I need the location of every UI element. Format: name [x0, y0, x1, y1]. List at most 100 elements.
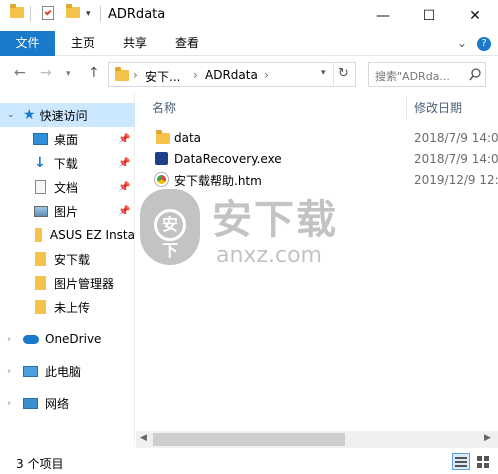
- scroll-right-arrow-icon[interactable]: ▶: [484, 433, 491, 443]
- pin-icon[interactable]: 📌: [118, 134, 130, 145]
- nav-item-folder[interactable]: 安下载: [0, 247, 135, 271]
- cloud-icon: [23, 334, 39, 344]
- file-name: data: [174, 131, 202, 145]
- expand-arrow-icon[interactable]: ›: [7, 334, 21, 345]
- watermark-text: 安下载: [212, 197, 338, 243]
- nav-label: 快速访问: [39, 108, 88, 123]
- folder-icon: [35, 276, 46, 290]
- expand-arrow-icon[interactable]: ›: [7, 398, 21, 409]
- item-count: 3 个项目: [16, 457, 64, 471]
- help-icon[interactable]: ?: [477, 37, 491, 51]
- nav-item-folder[interactable]: 未上传: [0, 295, 135, 319]
- breadcrumb-current[interactable]: ADRdata: [205, 68, 258, 82]
- column-header-name[interactable]: 名称: [152, 93, 176, 123]
- folder-icon: [35, 228, 42, 242]
- navigation-pane: ⌄ ★ 快速访问 桌面 📌 ↓ 下载 📌 文档 📌 图片 📌 ASUS EZ I…: [0, 93, 135, 447]
- search-placeholder: 搜索"ADRda...: [375, 70, 450, 83]
- new-folder-icon[interactable]: [66, 4, 80, 18]
- details-view-icon[interactable]: [452, 453, 470, 470]
- file-date: 2019/12/9 12:3: [414, 173, 498, 187]
- address-dropdown-icon[interactable]: ▾: [321, 68, 326, 78]
- recent-locations-icon[interactable]: ▾: [66, 69, 71, 79]
- nav-label: 文档: [54, 180, 79, 195]
- desktop-icon: [33, 133, 48, 145]
- nav-quick-access[interactable]: ⌄ ★ 快速访问: [0, 103, 135, 127]
- nav-this-pc[interactable]: › 此电脑: [0, 359, 135, 383]
- folder-icon: [156, 130, 170, 144]
- tab-share[interactable]: 共享: [114, 31, 156, 56]
- file-row[interactable]: data 2018/7/9 14:07: [150, 128, 498, 148]
- scrollbar-thumb[interactable]: [153, 433, 345, 446]
- folder-icon: [35, 252, 46, 266]
- close-button[interactable]: ✕: [452, 0, 498, 31]
- nav-label: 桌面: [54, 132, 79, 147]
- breadcrumb-parent[interactable]: 安下...: [145, 68, 180, 85]
- horizontal-scrollbar[interactable]: ◀ ▶: [136, 431, 498, 448]
- nav-item-folder[interactable]: ASUS EZ Insta: [0, 223, 135, 247]
- document-icon: [35, 180, 46, 194]
- pin-icon[interactable]: 📌: [118, 206, 130, 217]
- refresh-icon[interactable]: ↻: [338, 66, 349, 81]
- pin-icon[interactable]: 📌: [118, 158, 130, 169]
- sort-indicator-icon: ˄: [274, 93, 279, 101]
- file-date: 2018/7/9 14:05: [414, 152, 498, 166]
- nav-item-folder[interactable]: 图片管理器: [0, 271, 135, 295]
- breadcrumb-separator-icon: ›: [193, 68, 198, 82]
- exe-icon: [155, 152, 168, 165]
- nav-item-downloads[interactable]: ↓ 下载 📌: [0, 151, 135, 175]
- breadcrumb-end-separator-icon: ›: [264, 68, 269, 82]
- tab-file[interactable]: 文件: [0, 31, 55, 56]
- nav-label: 未上传: [54, 300, 91, 315]
- ribbon-tabs: 文件 主页 共享 查看 ⌄ ?: [0, 31, 498, 56]
- nav-label: 此电脑: [45, 364, 82, 379]
- column-divider[interactable]: [406, 97, 407, 119]
- address-separator-icon: ›: [133, 68, 138, 82]
- nav-label: ASUS EZ Insta: [49, 228, 135, 242]
- nav-item-desktop[interactable]: 桌面 📌: [0, 127, 135, 151]
- watermark: 安下载 安下载 anxz.com: [140, 183, 360, 286]
- search-input[interactable]: 搜索"ADRda...: [368, 62, 486, 87]
- watermark-url: anxz.com: [216, 243, 322, 268]
- qat-dropdown-icon[interactable]: ▾: [86, 9, 91, 19]
- minimize-button[interactable]: —: [360, 0, 406, 31]
- folder-app-icon: [10, 4, 24, 18]
- expand-arrow-icon[interactable]: ›: [7, 366, 21, 377]
- star-icon: ★: [23, 107, 36, 123]
- back-arrow-icon[interactable]: ←: [14, 65, 26, 81]
- nav-onedrive[interactable]: › OneDrive: [0, 327, 135, 351]
- maximize-button[interactable]: ☐: [406, 0, 452, 31]
- status-bar: 3 个项目: [0, 450, 498, 474]
- search-icon[interactable]: [469, 68, 482, 81]
- qat-divider: [30, 6, 31, 22]
- large-icons-view-icon[interactable]: [474, 453, 492, 470]
- window-title: ADRdata: [108, 7, 166, 22]
- forward-arrow-icon[interactable]: →: [40, 65, 52, 81]
- address-folder-icon: [115, 67, 129, 81]
- properties-icon[interactable]: [42, 6, 54, 20]
- file-row[interactable]: DataRecovery.exe 2018/7/9 14:05: [150, 149, 498, 169]
- nav-item-documents[interactable]: 文档 📌: [0, 175, 135, 199]
- address-bar[interactable]: › 安下... › ADRdata › ▾ ↻: [108, 62, 356, 87]
- column-header-date[interactable]: 修改日期: [414, 93, 462, 123]
- shield-icon: 安下载: [140, 189, 200, 286]
- file-name: DataRecovery.exe: [174, 152, 282, 166]
- nav-label: 网络: [45, 396, 70, 411]
- pin-icon[interactable]: 📌: [118, 182, 130, 193]
- tab-view[interactable]: 查看: [166, 31, 208, 56]
- expand-chevron-icon[interactable]: ⌄: [7, 110, 19, 120]
- nav-network[interactable]: › 网络: [0, 391, 135, 415]
- scroll-left-arrow-icon[interactable]: ◀: [140, 433, 147, 443]
- nav-label: OneDrive: [45, 332, 102, 346]
- computer-icon: [23, 365, 38, 377]
- nav-item-pictures[interactable]: 图片 📌: [0, 199, 135, 223]
- download-icon: ↓: [34, 155, 46, 171]
- nav-label: 图片管理器: [54, 276, 115, 291]
- up-arrow-icon[interactable]: ↑: [88, 65, 100, 81]
- title-bar: ▾ ADRdata — ☐ ✕: [0, 0, 498, 31]
- folder-icon: [35, 300, 46, 314]
- title-divider: [100, 6, 101, 22]
- ribbon-expand-icon[interactable]: ⌄: [452, 31, 472, 56]
- address-divider: [333, 63, 334, 86]
- tab-home[interactable]: 主页: [62, 31, 104, 56]
- nav-label: 安下载: [54, 252, 91, 267]
